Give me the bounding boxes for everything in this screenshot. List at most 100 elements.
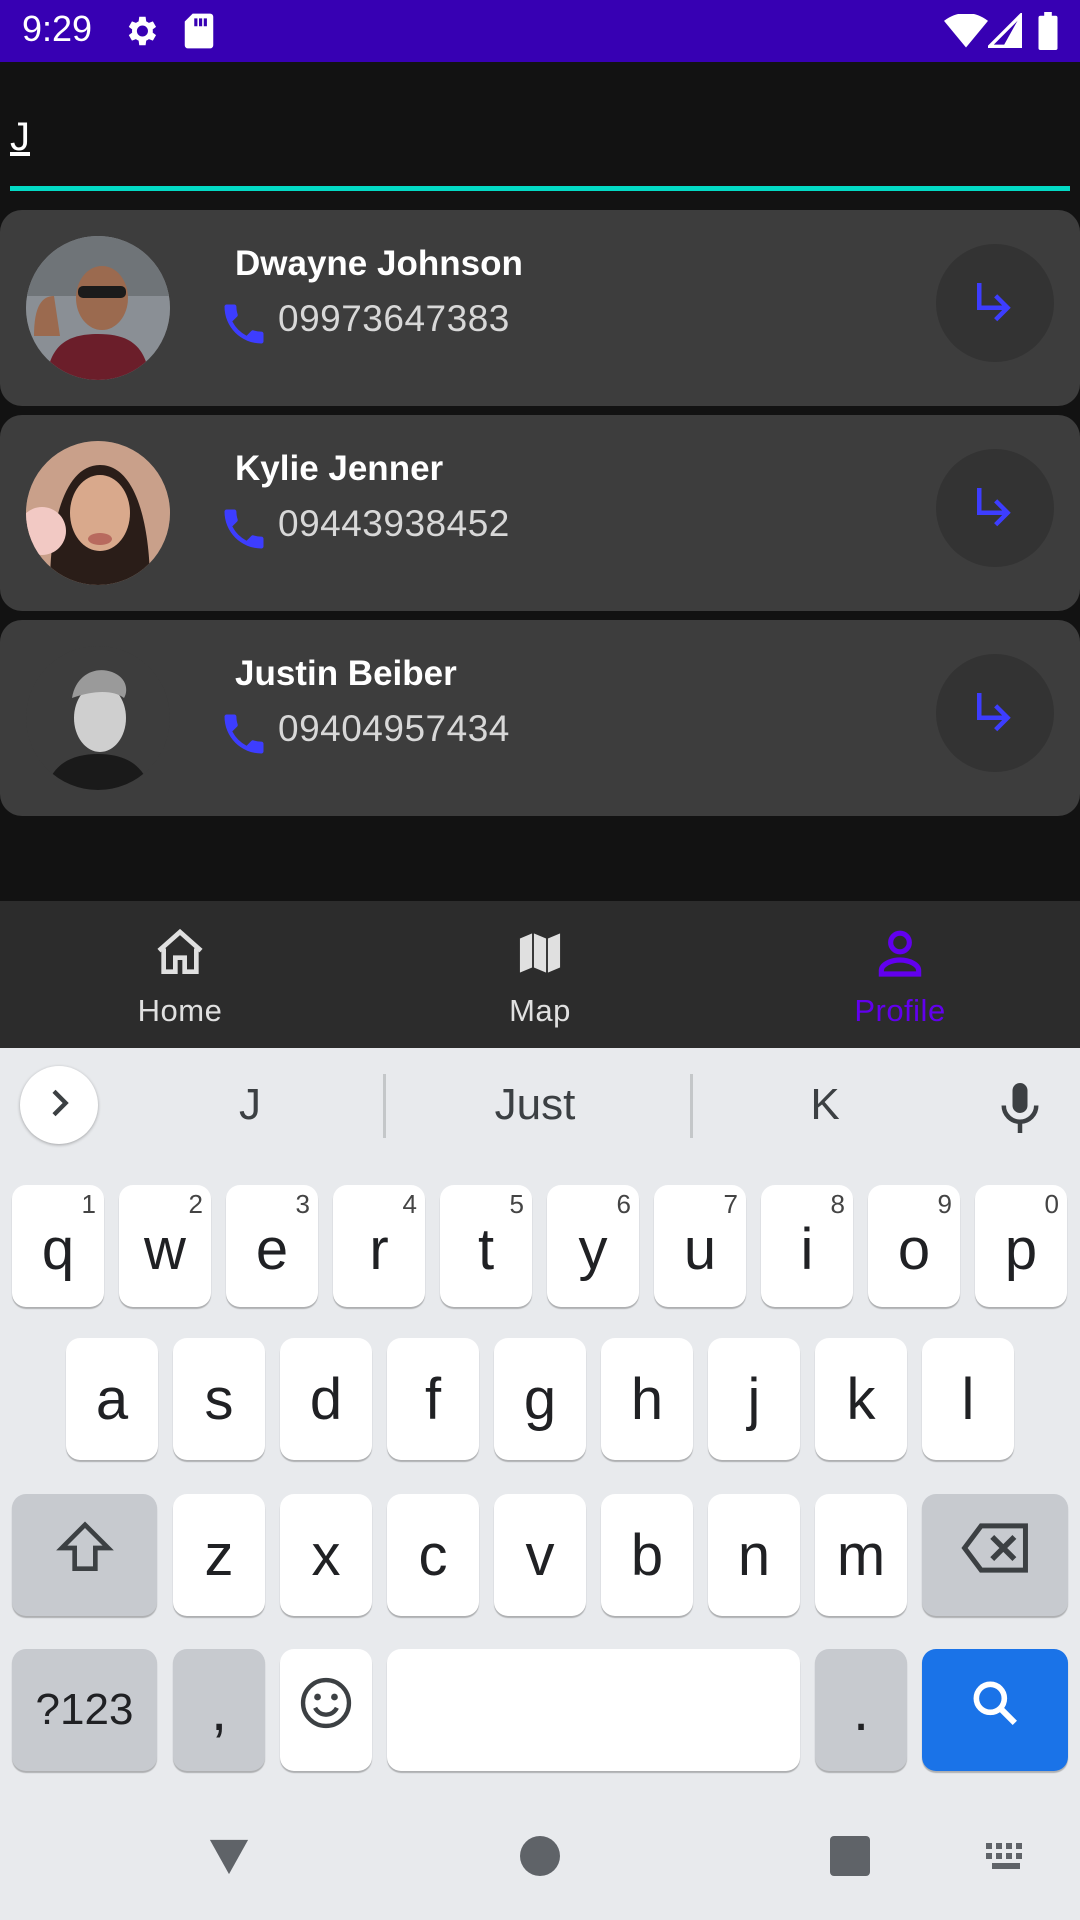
wifi-icon [944,13,988,53]
nav-item-profile[interactable]: Profile [720,901,1080,1048]
backspace-key[interactable] [922,1494,1068,1616]
key-label: i [800,1216,814,1282]
space-key[interactable] [387,1649,800,1771]
subdirectory-arrow-right-icon [968,479,1022,538]
nav-label-home: Home [137,993,223,1028]
key-hint: 4 [402,1189,417,1219]
symbols-key[interactable]: ?123 [12,1649,157,1771]
key-hint: 2 [188,1189,203,1219]
search-underline [10,186,1070,191]
nav-item-home[interactable]: Home [0,901,360,1048]
key-p[interactable]: 0p [975,1185,1067,1307]
person-icon [872,925,928,981]
key-z[interactable]: z [173,1494,265,1616]
key-u[interactable]: 7u [654,1185,746,1307]
key-hint: 7 [723,1189,738,1219]
key-label: q [41,1216,75,1282]
key-q[interactable]: 1q [12,1185,104,1307]
open-contact-button[interactable] [936,244,1054,362]
nav-label-map: Map [509,993,571,1028]
open-contact-button[interactable] [936,449,1054,567]
key-label: t [477,1216,495,1282]
emoji-key[interactable] [280,1649,372,1771]
key-s[interactable]: s [173,1338,265,1460]
period-key[interactable]: . [815,1649,907,1771]
app-screen: 9:29 J Dwayne Johnson 09973647383 Kylie … [0,0,1080,1920]
key-label: u [683,1216,717,1282]
key-k[interactable]: k [815,1338,907,1460]
search-action-key[interactable] [922,1649,1068,1771]
signal-icon [985,11,1022,54]
status-bar: 9:29 [0,0,1080,62]
search-icon [967,1675,1023,1745]
on-screen-keyboard: J Just K 1q 2w 3e 4r 5t 6y 7u 8i 9o 0p a… [0,1048,1080,1920]
contact-name: Dwayne Johnson [235,244,523,283]
contact-phone: 09443938452 [278,503,510,544]
key-j[interactable]: j [708,1338,800,1460]
contact-card[interactable]: Justin Beiber 09404957434 [0,620,1080,816]
open-contact-button[interactable] [936,654,1054,772]
key-y[interactable]: 6y [547,1185,639,1307]
system-navigation-bar [0,1796,1080,1920]
key-d[interactable]: d [280,1338,372,1460]
chevron-right-icon [39,1083,79,1128]
avatar [26,236,170,380]
key-label: y [578,1216,608,1282]
key-n[interactable]: n [708,1494,800,1616]
key-r[interactable]: 4r [333,1185,425,1307]
back-triangle-icon[interactable] [206,1836,252,1883]
key-w[interactable]: 2w [119,1185,211,1307]
search-bar [0,62,1080,196]
shift-key[interactable] [12,1494,157,1616]
key-hint: 6 [616,1189,631,1219]
emoji-icon [297,1674,355,1746]
status-time: 9:29 [22,8,93,49]
key-hint: 9 [937,1189,952,1219]
key-x[interactable]: x [280,1494,372,1616]
suggestion-1[interactable]: J [130,1080,370,1130]
key-c[interactable]: c [387,1494,479,1616]
expand-suggestions-button[interactable] [20,1066,98,1144]
key-hint: 5 [509,1189,524,1219]
key-label: e [255,1216,289,1282]
contact-name: Kylie Jenner [235,449,444,488]
key-g[interactable]: g [494,1338,586,1460]
contact-phone: 09973647383 [278,298,510,339]
key-o[interactable]: 9o [868,1185,960,1307]
key-i[interactable]: 8i [761,1185,853,1307]
home-icon [152,925,208,981]
key-t[interactable]: 5t [440,1185,532,1307]
suggestion-2[interactable]: Just [395,1080,675,1130]
contact-phone: 09404957434 [278,708,510,749]
subdirectory-arrow-right-icon [968,274,1022,333]
microphone-icon[interactable] [990,1078,1050,1138]
search-input[interactable] [10,112,1070,162]
avatar [26,646,170,790]
nav-item-map[interactable]: Map [360,901,720,1048]
home-circle-icon[interactable] [520,1836,560,1881]
battery-icon [1036,12,1060,55]
contact-card[interactable]: Kylie Jenner 09443938452 [0,415,1080,611]
key-a[interactable]: a [66,1338,158,1460]
key-v[interactable]: v [494,1494,586,1616]
contact-card[interactable]: Dwayne Johnson 09973647383 [0,210,1080,406]
phone-icon [218,298,270,350]
key-f[interactable]: f [387,1338,479,1460]
key-label: r [369,1216,389,1282]
key-hint: 3 [295,1189,310,1219]
suggestion-3[interactable]: K [700,1080,950,1130]
key-e[interactable]: 3e [226,1185,318,1307]
sd-card-icon [183,12,215,55]
phone-icon [218,503,270,555]
suggestion-divider [690,1074,693,1138]
keyboard-switch-icon[interactable] [986,1842,1030,1877]
phone-icon [218,708,270,760]
key-b[interactable]: b [601,1494,693,1616]
key-m[interactable]: m [815,1494,907,1616]
backspace-icon [959,1519,1031,1591]
key-hint: 1 [81,1189,96,1219]
key-l[interactable]: l [922,1338,1014,1460]
key-h[interactable]: h [601,1338,693,1460]
comma-key[interactable]: , [173,1649,265,1771]
recents-square-icon[interactable] [830,1836,870,1881]
